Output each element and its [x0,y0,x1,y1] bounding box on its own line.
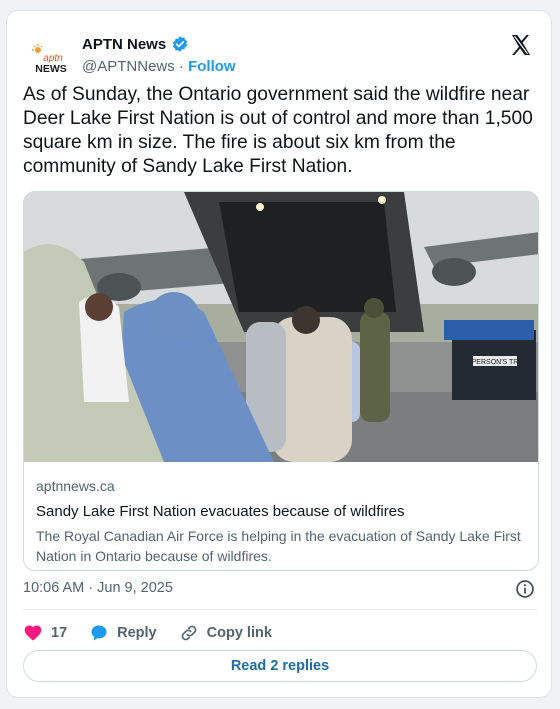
info-icon[interactable] [515,579,535,599]
speech-bubble-icon [91,625,107,641]
read-replies-button[interactable]: Read 2 replies [23,650,537,682]
copy-link-label: Copy link [206,625,272,641]
x-logo-icon[interactable] [509,33,533,57]
reply-label: Reply [117,625,157,641]
link-domain: aptnnews.ca [36,478,115,494]
tweet-text: As of Sunday, the Ontario government sai… [23,84,533,177]
avatar[interactable]: aptn NEWS [27,37,75,85]
separator: · [178,58,184,75]
handle-row: @APTNNews · Follow [82,58,236,75]
handle[interactable]: @APTNNews [82,58,175,75]
tweet-timestamp[interactable]: 10:06 AM · Jun 9, 2025 [23,580,173,596]
follow-button[interactable]: Follow [188,58,236,75]
like-button[interactable]: 17 [23,623,67,643]
display-name[interactable]: APTN News [82,36,166,53]
avatar-logo-bottom: NEWS [35,63,67,75]
like-count: 17 [51,625,68,641]
link-preview-card[interactable]: PERSON'S TR aptnnews.ca Sandy Lake First… [23,191,539,571]
tweet-card: aptn NEWS APTN News @APTNNews · Follow A… [6,10,552,698]
heart-icon [24,625,42,641]
link-icon [181,625,197,641]
verified-badge-icon [172,36,188,52]
link-title[interactable]: Sandy Lake First Nation evacuates becaus… [36,503,528,520]
action-bar: 17 Reply Copy link [23,623,294,643]
photo-sign-text: PERSON'S TR [472,359,519,366]
link-description: The Royal Canadian Air Force is helping … [36,528,521,564]
copy-link-button[interactable]: Copy link [179,623,272,643]
divider [23,609,537,610]
reply-button[interactable]: Reply [89,623,157,643]
article-photo[interactable]: PERSON'S TR [24,192,539,462]
